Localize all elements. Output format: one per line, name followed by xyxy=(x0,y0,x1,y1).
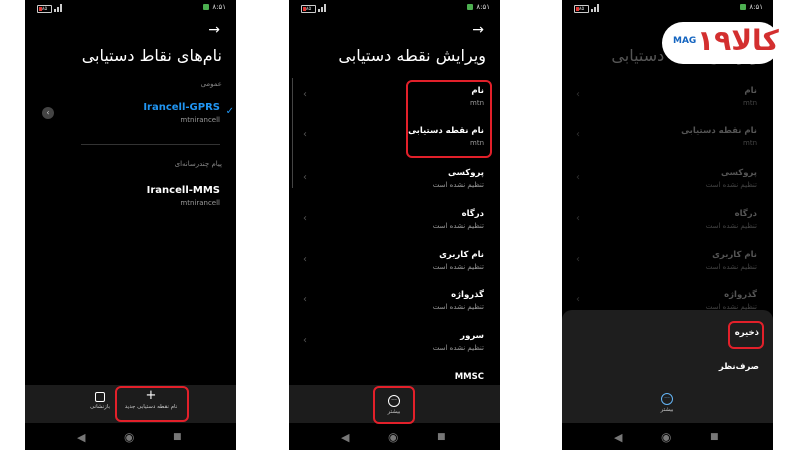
chevron-left-icon: ‹ xyxy=(303,294,307,305)
apn-item-mms-name[interactable]: Irancell-MMS xyxy=(147,185,220,196)
row-port-title: درگاه xyxy=(734,209,757,219)
chevron-left-icon: ‹ xyxy=(576,89,580,100)
status-time: ۸:۵۱ xyxy=(476,3,490,11)
row-port-value: تنظیم نشده است xyxy=(432,222,484,230)
apn-list-screen: ۸۵ ۸:۵۱ → نام‌های نقاط دستیابی عمومی ‹ I… xyxy=(25,0,236,450)
status-time: ۸:۵۱ xyxy=(749,3,763,11)
highlight-save xyxy=(728,321,764,349)
row-server-title[interactable]: سرور xyxy=(460,331,484,341)
chevron-left-icon: ‹ xyxy=(576,172,580,183)
row-port-value: تنظیم نشده است xyxy=(705,222,757,230)
more-icon: ··· xyxy=(661,393,673,405)
row-port-title[interactable]: درگاه xyxy=(462,209,484,219)
nav-home-icon[interactable]: ◉ xyxy=(388,430,398,444)
highlight-more xyxy=(373,386,415,424)
chevron-left-icon: ‹ xyxy=(576,129,580,140)
logo-brand-text: ۱۹کالا xyxy=(697,24,779,57)
section-label-general: عمومی xyxy=(200,80,222,88)
row-name-title: نام xyxy=(744,86,757,96)
row-password-value: تنظیم نشده است xyxy=(432,303,484,311)
page-title: نام‌های نقاط دستیابی xyxy=(81,46,222,65)
notification-icon xyxy=(467,4,474,10)
section-label-mms: پیام چندرسانه‌ای xyxy=(174,160,222,168)
nav-recent-icon[interactable]: ■ xyxy=(437,432,446,442)
nav-back-icon[interactable]: ◀ xyxy=(614,431,622,444)
chevron-left-icon: ‹ xyxy=(303,172,307,183)
row-proxy-title: پروکسی xyxy=(721,168,757,178)
highlight-new-apn xyxy=(115,386,189,422)
row-username-value: تنظیم نشده است xyxy=(705,263,757,271)
row-proxy-value: تنظیم نشده است xyxy=(705,181,757,189)
notification-icon xyxy=(203,4,210,10)
chevron-left-icon: ‹ xyxy=(303,254,307,265)
status-time: ۸:۵۱ xyxy=(212,3,226,11)
chevron-left-icon: ‹ xyxy=(303,129,307,140)
chevron-left-icon: ‹ xyxy=(303,89,307,100)
nav-home-icon[interactable]: ◉ xyxy=(661,430,671,444)
row-server-value: تنظیم نشده است xyxy=(432,344,484,352)
battery-icon: ۸۵ xyxy=(574,5,589,13)
divider xyxy=(81,144,220,145)
more-label: بیشتر xyxy=(660,407,674,413)
status-bar: ۸۵ ۸:۵۱ xyxy=(289,0,500,16)
nav-recent-icon[interactable]: ■ xyxy=(173,432,182,442)
chevron-left-icon: ‹ xyxy=(576,294,580,305)
edit-apn-menu-screen: ۸۵ ۸:۵۱ ویرایش نقطه دستیابی نام mtn ‹ نا… xyxy=(562,0,773,450)
highlight-name-fields xyxy=(406,80,492,158)
menu-discard[interactable]: صرف‌نظر xyxy=(719,362,759,372)
signal-icon xyxy=(318,4,328,12)
nav-recent-icon[interactable]: ■ xyxy=(710,432,719,442)
chevron-left-icon: ‹ xyxy=(303,335,307,346)
more-button[interactable]: ··· بیشتر xyxy=(650,393,684,413)
page-title: ویرایش نقطه دستیابی xyxy=(338,46,486,65)
row-username-value: تنظیم نشده است xyxy=(432,263,484,271)
nav-back-icon[interactable]: ◀ xyxy=(77,431,85,444)
brand-logo: MAG ۱۹کالا xyxy=(662,22,780,64)
check-icon: ✓ xyxy=(225,106,234,117)
nav-bar: ◀ ◉ ■ xyxy=(289,425,500,450)
back-arrow-icon[interactable]: → xyxy=(208,22,220,38)
chevron-left-icon: ‹ xyxy=(576,254,580,265)
nav-bar: ◀ ◉ ■ xyxy=(25,425,236,450)
row-username-title: نام کاربری xyxy=(712,250,757,260)
reset-label: بازنشانی xyxy=(89,404,111,410)
chevron-left-icon: ‹ xyxy=(303,213,307,224)
row-password-title[interactable]: گذرواژه xyxy=(451,290,484,300)
row-proxy-title[interactable]: پروکسی xyxy=(448,168,484,178)
row-name-value: mtn xyxy=(743,99,757,107)
reset-button[interactable]: بازنشانی xyxy=(85,389,115,410)
reset-icon xyxy=(95,392,105,402)
notification-icon xyxy=(740,4,747,10)
row-proxy-value: تنظیم نشده است xyxy=(432,181,484,189)
signal-icon xyxy=(591,4,601,12)
row-username-title[interactable]: نام کاربری xyxy=(439,250,484,260)
row-password-title: گذرواژه xyxy=(724,290,757,300)
signal-icon xyxy=(54,4,64,12)
battery-icon: ۸۵ xyxy=(301,5,316,13)
status-bar: ۸۵ ۸:۵۱ xyxy=(25,0,236,16)
apn-item-gprs-name[interactable]: Irancell-GPRS xyxy=(143,102,220,113)
nav-back-icon[interactable]: ◀ xyxy=(341,431,349,444)
edit-apn-screen: ۸۵ ۸:۵۱ → ویرایش نقطه دستیابی نام mtn ‹ … xyxy=(289,0,500,450)
nav-home-icon[interactable]: ◉ xyxy=(124,430,134,444)
collapse-icon[interactable]: ‹ xyxy=(42,107,54,119)
back-arrow-icon[interactable]: → xyxy=(472,22,484,38)
row-mmsc-title[interactable]: MMSC xyxy=(455,372,484,382)
battery-icon: ۸۵ xyxy=(37,5,52,13)
status-bar: ۸۵ ۸:۵۱ xyxy=(562,0,773,16)
scrollbar[interactable] xyxy=(292,78,293,188)
chevron-left-icon: ‹ xyxy=(576,213,580,224)
nav-bar: ◀ ◉ ■ xyxy=(562,425,773,450)
apn-item-mms-sub: mtnirancell xyxy=(180,199,220,207)
row-apn-value: mtn xyxy=(743,139,757,147)
row-apn-title: نام نقطه دستیابی xyxy=(681,126,757,136)
logo-mag-text: MAG xyxy=(673,36,697,46)
apn-item-gprs-sub: mtnirancell xyxy=(180,116,220,124)
